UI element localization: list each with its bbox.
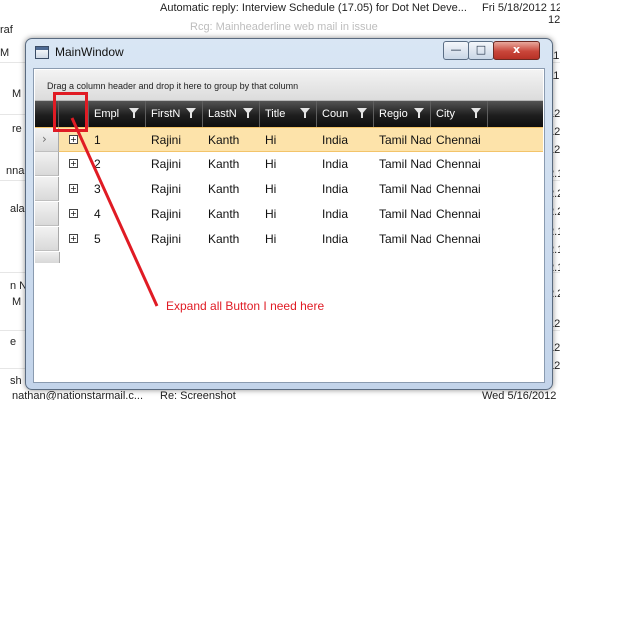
annotation-arrow-line (70, 117, 159, 307)
annotation-text: Expand all Button I need here (166, 299, 325, 313)
annotation-line (70, 117, 159, 307)
annotation-highlight-box (53, 92, 88, 132)
